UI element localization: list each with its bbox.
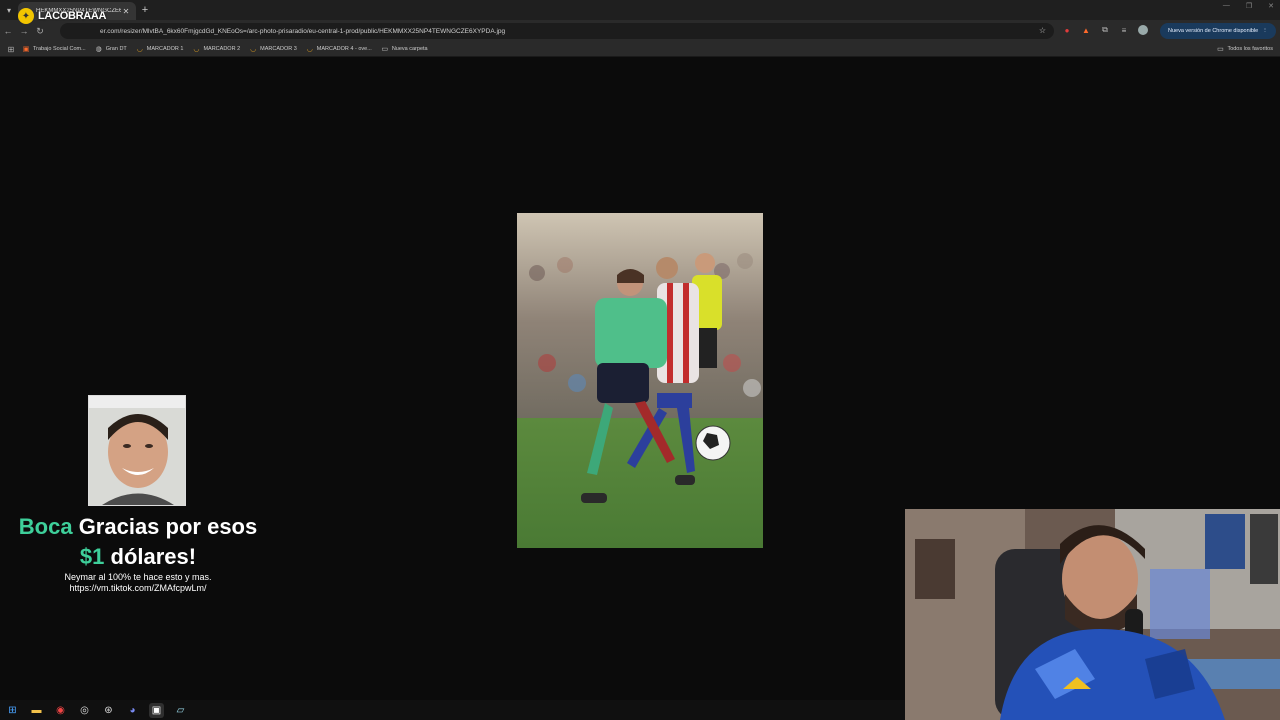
bookmark-marcador-3[interactable]: ◡ MARCADOR 3 xyxy=(249,45,297,53)
bookmark-label: MARCADOR 3 xyxy=(260,46,297,52)
donation-line-1: Boca Gracias por esos xyxy=(0,512,276,542)
donation-line-2: $1 dólares! xyxy=(0,542,276,572)
bookmark-marcador-1[interactable]: ◡ MARCADOR 1 xyxy=(136,45,184,53)
stream-logo: ✦ LACOBRAAA xyxy=(18,8,106,24)
extensions-puzzle-icon[interactable]: ⧉ xyxy=(1100,25,1110,35)
marcador-icon: ◡ xyxy=(136,46,143,53)
bookmark-marcador-2[interactable]: ◡ MARCADOR 2 xyxy=(192,45,240,53)
donor-photo-illustration xyxy=(89,396,185,505)
donation-message: Neymar al 100% te hace esto y mas. https… xyxy=(0,572,276,594)
profile-avatar-icon[interactable] xyxy=(1138,25,1148,35)
donation-message-text: Neymar al 100% te hace esto y mas. xyxy=(64,572,212,582)
bookmark-star-icon[interactable]: ☆ xyxy=(1039,26,1046,35)
reading-list-icon[interactable]: ≡ xyxy=(1119,25,1129,35)
streamer-webcam xyxy=(905,509,1280,720)
bookmark-label: Gran DT xyxy=(105,46,127,52)
bookmark-label: Trabajo Social Com... xyxy=(33,46,86,52)
bird-logo-icon: ✦ xyxy=(18,8,34,24)
app-icon[interactable]: ⊛ xyxy=(101,703,116,718)
close-window-icon[interactable]: ✕ xyxy=(1268,2,1274,10)
marcador-icon: ◡ xyxy=(193,46,200,53)
chrome-update-button[interactable]: Nueva versión de Chrome disponible ⋮ xyxy=(1160,23,1276,39)
folder-icon: ▭ xyxy=(1217,46,1224,53)
bookmark-label: MARCADOR 4 - ove... xyxy=(316,46,372,52)
red-extension-icon[interactable]: ● xyxy=(1062,25,1072,35)
bookmark-label: Nueva carpeta xyxy=(391,46,428,52)
donor-name: Boca xyxy=(18,514,73,539)
bookmark-gran-dt[interactable]: ◍ Gran DT xyxy=(95,45,127,53)
tab-search-icon[interactable]: ▾ xyxy=(0,0,18,20)
tab-strip: ▾ HEKMMXX25NP4TEWNGCZE6X ✕ + — ❐ ✕ xyxy=(0,0,1280,20)
football-photo[interactable] xyxy=(517,213,763,548)
notes-icon[interactable]: ▱ xyxy=(173,703,188,718)
minimize-icon[interactable]: — xyxy=(1223,2,1230,10)
more-menu-icon: ⋮ xyxy=(1262,28,1268,34)
discord-icon[interactable]: ◕ xyxy=(125,703,140,718)
update-button-label: Nueva versión de Chrome disponible xyxy=(1168,28,1259,34)
trabajo-social-icon: ▣ xyxy=(22,46,30,53)
orange-extension-icon[interactable]: ▲ xyxy=(1081,25,1091,35)
gran-dt-icon: ◍ xyxy=(95,46,102,53)
donation-thanks: Gracias por esos xyxy=(78,514,258,539)
bookmark-label: MARCADOR 1 xyxy=(146,46,184,52)
apps-grid-icon[interactable]: ⊞ xyxy=(0,45,22,54)
webcam-illustration xyxy=(905,509,1280,720)
marcador-icon: ◡ xyxy=(250,46,257,53)
browser-toolbar: ← → ↻ er.com/resizer/MlvtBA_6kx60FmjgcdG… xyxy=(0,20,1280,42)
football-photo-illustration xyxy=(517,213,763,548)
capture-icon[interactable]: ▣ xyxy=(149,702,164,718)
close-icon[interactable]: ✕ xyxy=(121,7,131,16)
all-bookmarks-label: Todos los favoritos xyxy=(1227,46,1273,52)
forward-icon[interactable]: → xyxy=(16,26,32,36)
donation-message-link: https://vm.tiktok.com/ZMAfcpwLm/ xyxy=(69,583,207,593)
url-text: er.com/resizer/MlvtBA_6kx60FmjgcdGd_KNEo… xyxy=(100,27,506,35)
back-icon[interactable]: ← xyxy=(0,26,16,36)
all-bookmarks[interactable]: ▭ Todos los favoritos xyxy=(1216,45,1273,53)
bookmarks-bar: ⊞ ▣ Trabajo Social Com... ◍ Gran DT ◡ MA… xyxy=(0,42,1280,57)
window-controls: — ❐ ✕ xyxy=(1223,2,1274,10)
file-explorer-icon[interactable]: ▬ xyxy=(29,703,44,718)
reload-icon[interactable]: ↻ xyxy=(32,26,48,37)
extension-icons: ● ▲ ⧉ ≡ xyxy=(1062,25,1148,35)
windows-start-icon[interactable]: ⊞ xyxy=(5,703,20,718)
restore-icon[interactable]: ❐ xyxy=(1246,2,1252,10)
donation-title: Boca Gracias por esos $1 dólares! xyxy=(0,512,276,572)
donation-currency: dólares! xyxy=(110,544,197,569)
bookmark-label: MARCADOR 2 xyxy=(203,46,241,52)
folder-icon: ▭ xyxy=(381,46,389,53)
screen: ▾ HEKMMXX25NP4TEWNGCZE6X ✕ + — ❐ ✕ ✦ LAC… xyxy=(0,0,1280,720)
bookmark-marcador-4[interactable]: ◡ MARCADOR 4 - ove... xyxy=(306,45,372,53)
bookmark-nueva-carpeta[interactable]: ▭ Nueva carpeta xyxy=(381,45,428,53)
donor-photo xyxy=(88,395,186,506)
bookmark-trabajo-social[interactable]: ▣ Trabajo Social Com... xyxy=(22,45,86,53)
donation-amount: $1 xyxy=(79,544,105,569)
address-bar[interactable]: er.com/resizer/MlvtBA_6kx60FmjgcdGd_KNEo… xyxy=(60,23,1054,39)
chrome-icon[interactable]: ◉ xyxy=(53,703,68,718)
marcador-icon: ◡ xyxy=(306,46,313,53)
obs-icon[interactable]: ◎ xyxy=(77,703,92,718)
stream-logo-text: LACOBRAAA xyxy=(38,10,107,22)
taskbar: ⊞ ▬ ◉ ◎ ⊛ ◕ ▣ ▱ xyxy=(0,700,905,720)
new-tab-icon[interactable]: + xyxy=(136,4,154,16)
